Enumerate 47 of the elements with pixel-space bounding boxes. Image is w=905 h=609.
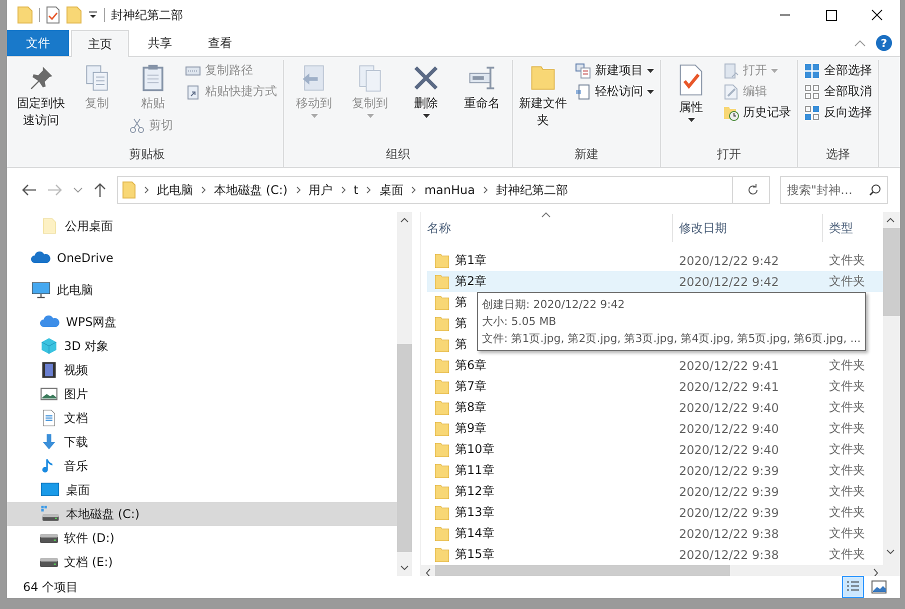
modified-date: 2020/12/22 9:39 bbox=[679, 484, 779, 498]
file-type: 文件夹 bbox=[829, 484, 865, 498]
file-name: 第1章 bbox=[455, 252, 487, 269]
file-name: 第 bbox=[455, 315, 467, 332]
file-type: 文件夹 bbox=[829, 253, 865, 267]
modified-date: 2020/12/22 9:38 bbox=[679, 526, 779, 540]
file-name: 第14章 bbox=[455, 525, 494, 542]
tooltip: 创建日期: 2020/12/22 9:42 大小: 5.05 MB 文件: 第1页.jpg, 第2页.jpg, 第3页.jpg, 第4页.jpg, 第5页.jpg, 第6页.jpg, ... bbox=[477, 292, 866, 351]
file-type: 文件夹 bbox=[829, 400, 865, 414]
file-type: 文件夹 bbox=[829, 358, 865, 372]
file-type: 文件夹 bbox=[829, 442, 865, 456]
modified-date: 2020/12/22 9:40 bbox=[679, 422, 779, 436]
file-name: 第 bbox=[455, 294, 467, 311]
ribbon-group-label: 组织 bbox=[385, 146, 411, 163]
file-name: 第11章 bbox=[455, 462, 494, 479]
ribbon-group-label: 新建 bbox=[574, 146, 600, 163]
file-type: 文件夹 bbox=[829, 505, 865, 519]
modified-date: 2020/12/22 9:40 bbox=[679, 442, 779, 456]
window-title: 封神纪第二部 bbox=[111, 6, 183, 24]
item-count: 64 个项目 bbox=[23, 578, 78, 596]
file-name: 第15章 bbox=[455, 546, 494, 563]
file-type: 文件夹 bbox=[829, 421, 865, 435]
file-name: 第6章 bbox=[455, 357, 487, 374]
file-type: 文件夹 bbox=[829, 547, 865, 561]
file-type: 文件夹 bbox=[829, 526, 865, 540]
file-name: 第 bbox=[455, 336, 467, 353]
ribbon-group-label: 选择 bbox=[825, 146, 851, 163]
modified-date: 2020/12/22 9:38 bbox=[679, 548, 779, 562]
file-type: 文件夹 bbox=[829, 463, 865, 477]
ribbon-group-label: 剪贴板 bbox=[128, 146, 166, 163]
modified-date: 2020/12/22 9:41 bbox=[679, 358, 779, 372]
modified-date: 2020/12/22 9:39 bbox=[679, 464, 779, 478]
modified-date: 2020/12/22 9:41 bbox=[679, 380, 779, 394]
file-type: 文件夹 bbox=[829, 379, 865, 393]
file-name: 第2章 bbox=[455, 273, 487, 290]
file-name: 第10章 bbox=[455, 441, 494, 458]
modified-date: 2020/12/22 9:42 bbox=[679, 274, 779, 288]
ribbon-group-label: 打开 bbox=[716, 146, 742, 163]
modified-date: 2020/12/22 9:39 bbox=[679, 506, 779, 520]
file-name: 第8章 bbox=[455, 399, 487, 416]
file-name: 第13章 bbox=[455, 504, 494, 521]
file-name: 第7章 bbox=[455, 378, 487, 395]
file-name: 第9章 bbox=[455, 420, 487, 437]
modified-date: 2020/12/22 9:40 bbox=[679, 400, 779, 414]
file-name: 第12章 bbox=[455, 483, 494, 500]
file-type: 文件夹 bbox=[829, 274, 865, 288]
modified-date: 2020/12/22 9:42 bbox=[679, 254, 779, 268]
